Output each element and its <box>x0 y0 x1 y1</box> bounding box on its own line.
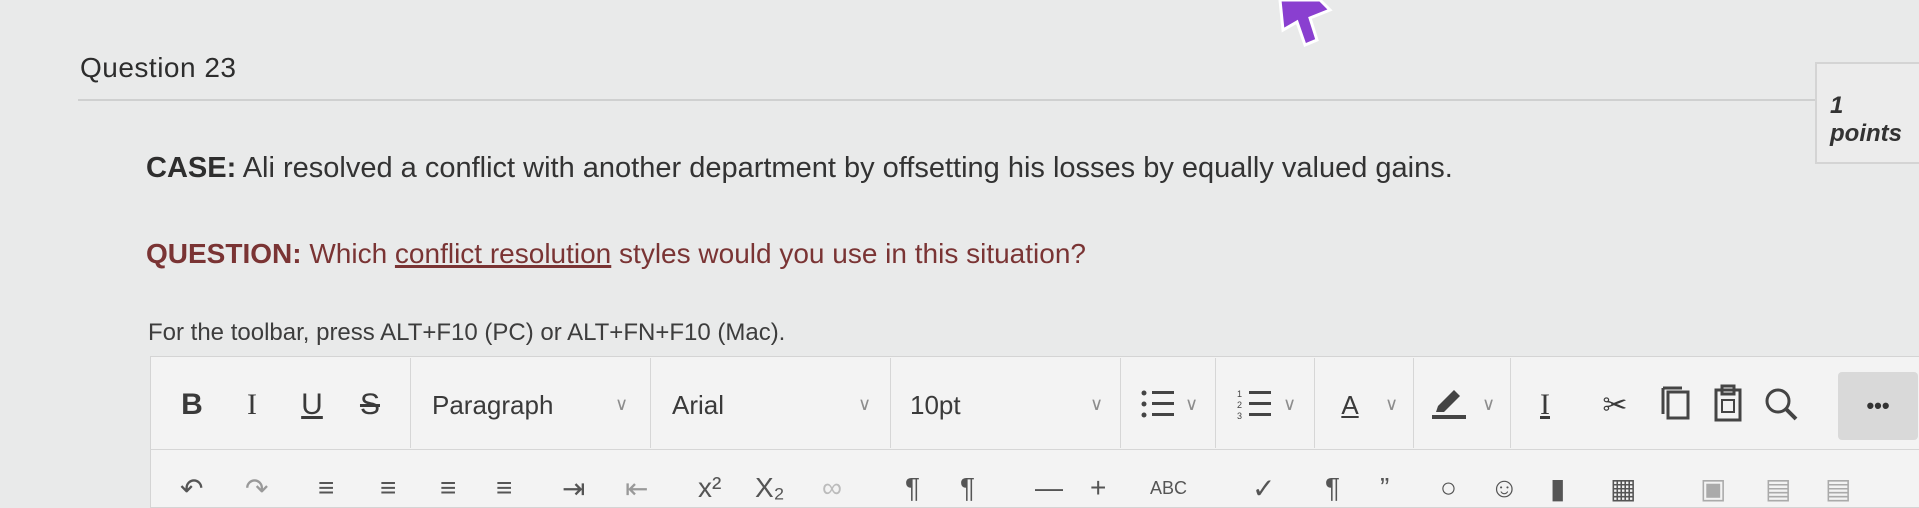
chevron-down-icon: ∨ <box>858 394 872 414</box>
spellcheck-icon[interactable]: ABC <box>1150 478 1187 499</box>
svg-text:2: 2 <box>1237 400 1242 410</box>
rtl-paragraph-icon[interactable]: ¶ <box>960 472 975 504</box>
unlink-icon[interactable]: ∞ <box>822 472 842 504</box>
horizontal-rule-icon[interactable]: — <box>1035 472 1063 504</box>
paragraph-mark-icon[interactable]: ¶ <box>1325 472 1340 504</box>
case-body: Ali resolved a conflict with another dep… <box>236 152 1453 184</box>
toolbar-separator <box>650 358 651 448</box>
question-underlined: conflict resolution <box>394 238 612 269</box>
numbered-list-icon[interactable]: 1 2 3 <box>1237 388 1273 420</box>
toolbar-row-divider <box>150 449 1919 450</box>
toolbar-separator <box>1215 358 1216 448</box>
toolbar-separator <box>890 358 891 448</box>
strikethrough-button[interactable]: S <box>350 383 390 427</box>
circle-icon[interactable]: ○ <box>1440 472 1457 504</box>
chevron-down-icon[interactable]: ∨ <box>1385 394 1398 415</box>
layout-icon[interactable]: ▤ <box>1825 472 1851 505</box>
search-icon[interactable] <box>1763 386 1799 422</box>
mouse-cursor-icon <box>1278 0 1333 47</box>
align-center-icon[interactable]: ≡ <box>380 472 396 504</box>
question-label: QUESTION: <box>146 238 302 269</box>
insert-plus-icon[interactable]: + <box>1090 472 1106 504</box>
copy-icon[interactable] <box>1660 386 1692 422</box>
font-size-select[interactable]: 10pt <box>910 390 961 421</box>
underline-button[interactable]: U <box>292 383 332 427</box>
bold-button[interactable]: B <box>172 383 212 427</box>
svg-text:3: 3 <box>1237 411 1242 420</box>
highlight-color-icon[interactable] <box>1430 384 1470 420</box>
toolbar-hint: For the toolbar, press ALT+F10 (PC) or A… <box>148 319 786 346</box>
clear-formatting-button[interactable]: I <box>1525 383 1565 427</box>
table-icon[interactable]: ▦ <box>1610 472 1636 505</box>
align-right-icon[interactable]: ≡ <box>440 472 456 504</box>
question-post: styles would you use in this situation? <box>611 238 1086 269</box>
align-justify-icon[interactable]: ≡ <box>496 472 512 504</box>
points-label: 1 points <box>1830 92 1902 147</box>
case-text: CASE: Ali resolved a conflict with anoth… <box>146 152 1453 185</box>
chevron-down-icon: ∨ <box>615 394 629 414</box>
align-left-icon[interactable]: ≡ <box>318 472 334 504</box>
paste-icon[interactable] <box>1712 384 1744 422</box>
question-pre: Which <box>301 238 395 269</box>
block-icon[interactable]: ▮ <box>1550 472 1565 505</box>
check-icon[interactable]: ✓ <box>1252 472 1275 505</box>
indent-icon[interactable]: ⇥ <box>562 472 585 505</box>
embed-icon[interactable]: ▤ <box>1765 472 1791 505</box>
scissors-icon[interactable]: ✂ <box>1595 383 1635 427</box>
chevron-down-icon[interactable]: ∨ <box>1283 394 1296 415</box>
toolbar-separator <box>410 358 411 448</box>
more-options-button[interactable]: ••• <box>1838 372 1918 440</box>
bullet-list-icon[interactable] <box>1140 388 1176 420</box>
media-icon[interactable]: ▣ <box>1700 472 1726 505</box>
toolbar-separator <box>1413 358 1414 448</box>
superscript-button[interactable]: x² <box>698 472 721 504</box>
chevron-down-icon[interactable]: ∨ <box>1185 394 1198 415</box>
italic-button[interactable]: I <box>232 383 272 427</box>
toolbar-separator <box>1120 358 1121 448</box>
toolbar-separator <box>1510 358 1511 448</box>
quote-icon[interactable]: ” <box>1380 472 1389 504</box>
block-format-select[interactable]: Paragraph <box>432 390 553 421</box>
outdent-icon[interactable]: ⇤ <box>625 472 648 505</box>
header-divider <box>78 99 1818 101</box>
case-label: CASE: <box>146 152 237 184</box>
font-family-select[interactable]: Arial <box>672 390 724 421</box>
question-title: Question 23 <box>80 52 237 83</box>
toolbar-separator <box>1314 358 1315 448</box>
svg-text:1: 1 <box>1237 389 1242 399</box>
chevron-down-icon[interactable]: ∨ <box>1482 394 1495 415</box>
question-text: QUESTION: Which conflict resolution styl… <box>146 238 1086 270</box>
redo-icon[interactable]: ↷ <box>245 472 268 505</box>
subscript-button[interactable]: X₂ <box>755 472 785 504</box>
text-color-button[interactable]: A <box>1330 383 1370 427</box>
ltr-paragraph-icon[interactable]: ¶ <box>905 472 920 504</box>
chevron-down-icon: ∨ <box>1090 394 1104 414</box>
emoji-icon[interactable]: ☺ <box>1490 472 1519 504</box>
undo-icon[interactable]: ↶ <box>180 472 203 505</box>
